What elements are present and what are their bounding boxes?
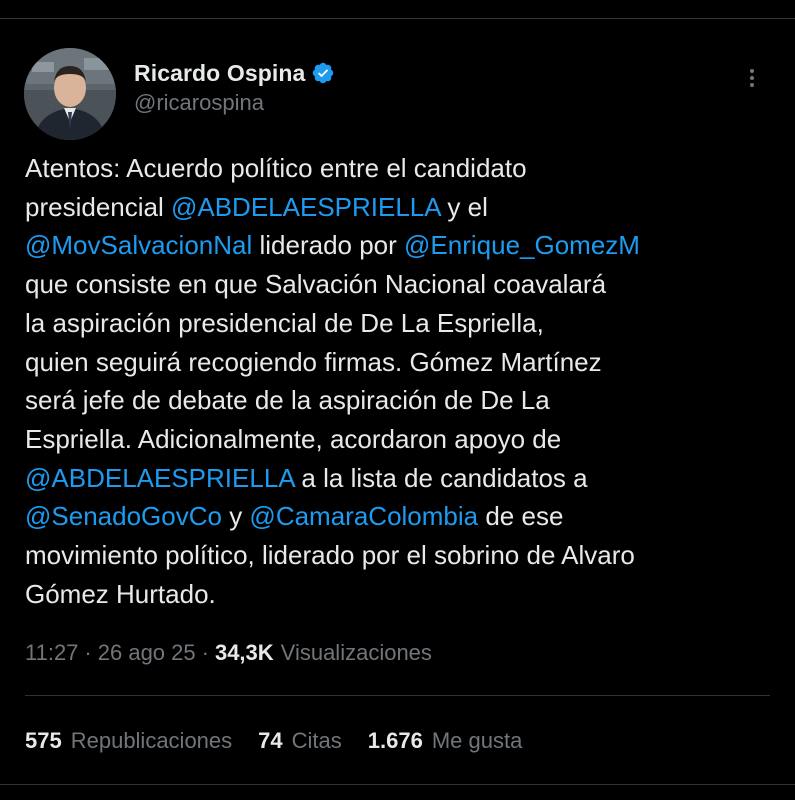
tweet-text-line: @MovSalvacionNal liderado por @Enrique_G… (25, 226, 765, 265)
top-divider (0, 18, 795, 19)
tweet-text-line: presidencial @ABDELAESPRIELLA y el (25, 188, 765, 227)
tweet-time[interactable]: 11:27 (25, 640, 78, 666)
author-handle[interactable]: @ricarospina (134, 90, 335, 116)
verified-badge-icon[interactable] (311, 61, 335, 85)
tweet-text-line: será jefe de debate de la aspiración de … (25, 381, 765, 420)
tweet-text-segment: será jefe de debate de la aspiración de … (25, 385, 550, 416)
more-options-icon[interactable] (746, 66, 758, 96)
tweet-text-line: @SenadoGovCo y @CamaraColombia de ese (25, 497, 765, 536)
meta-separator: · (84, 640, 92, 665)
tweet-text-segment: a la lista de candidatos a (294, 462, 588, 493)
tweet-text-segment: Espriella. Adicionalmente, acordaron apo… (25, 423, 562, 454)
tweet-meta: 11:27 · 26 ago 25 · 34,3K Visualizacione… (25, 638, 432, 668)
mention-link[interactable]: @CamaraColombia (249, 501, 478, 531)
tweet-text-segment: liderado por (252, 230, 405, 261)
bottom-divider (0, 784, 795, 785)
tweet-text-segment: y el (440, 191, 488, 222)
author-name-row: Ricardo Ospina (134, 58, 335, 88)
tweet-text-line: que consiste en que Salvación Nacional c… (25, 265, 765, 304)
meta-separator: · (201, 640, 209, 665)
tweet-text-segment: la aspiración presidencial de De La Espr… (25, 307, 544, 338)
author-block: Ricardo Ospina @ricarospina (134, 58, 335, 116)
tweet-date[interactable]: 26 ago 25 (98, 640, 196, 666)
tweet-text-line: la aspiración presidencial de De La Espr… (25, 304, 765, 343)
tweet-text-segment: presidencial (25, 191, 171, 222)
likes-stat[interactable]: 1.676 Me gusta (368, 728, 523, 754)
views-count[interactable]: 34,3K (215, 640, 274, 666)
mention-link[interactable]: @ABDELAESPRIELLA (25, 463, 294, 493)
reposts-label: Republicaciones (70, 728, 233, 753)
avatar[interactable] (24, 48, 116, 140)
tweet-text-segment: Gómez Hurtado. (25, 578, 216, 609)
mention-link[interactable]: @ABDELAESPRIELLA (171, 192, 440, 222)
engagement-stats: 575 Republicaciones 74 Citas 1.676 Me gu… (25, 726, 548, 756)
quotes-count: 74 (258, 728, 283, 753)
stats-divider (25, 695, 770, 696)
avatar-image (24, 48, 116, 140)
tweet-text-line: movimiento político, liderado por el sob… (25, 536, 765, 575)
tweet-text-segment: movimiento político, liderado por el sob… (25, 540, 635, 571)
tweet-text-segment: Atentos: Acuerdo político entre el candi… (25, 153, 527, 183)
tweet-text-segment: de ese (478, 501, 564, 532)
tweet-text-segment: que consiste en que Salvación Nacional c… (25, 269, 607, 300)
tweet-text-line: Atentos: Acuerdo político entre el candi… (25, 149, 765, 188)
tweet-text-segment: quien seguirá recogiendo firmas. Gómez M… (25, 346, 602, 377)
tweet-text-segment: y (221, 501, 250, 532)
mention-link[interactable]: @Enrique_GomezM (404, 230, 640, 260)
author-display-name[interactable]: Ricardo Ospina (134, 60, 305, 87)
mention-link[interactable]: @SenadoGovCo (25, 501, 222, 531)
likes-count: 1.676 (367, 728, 423, 753)
tweet-text-line: quien seguirá recogiendo firmas. Gómez M… (25, 343, 765, 382)
likes-label: Me gusta (431, 728, 523, 753)
mention-link[interactable]: @MovSalvacionNal (25, 230, 252, 260)
tweet-text: Atentos: Acuerdo político entre el candi… (25, 149, 765, 613)
quotes-stat[interactable]: 74 Citas (258, 728, 342, 754)
tweet-text-line: Espriella. Adicionalmente, acordaron apo… (25, 420, 765, 459)
reposts-count: 575 (25, 728, 62, 753)
views-label: Visualizaciones (280, 640, 432, 665)
tweet-text-line: Gómez Hurtado. (25, 575, 765, 614)
reposts-stat[interactable]: 575 Republicaciones (25, 728, 232, 754)
quotes-label: Citas (291, 728, 342, 753)
tweet-card: Ricardo Ospina @ricarospina Atentos: Acu… (0, 0, 795, 800)
tweet-text-line: @ABDELAESPRIELLA a la lista de candidato… (25, 459, 765, 498)
